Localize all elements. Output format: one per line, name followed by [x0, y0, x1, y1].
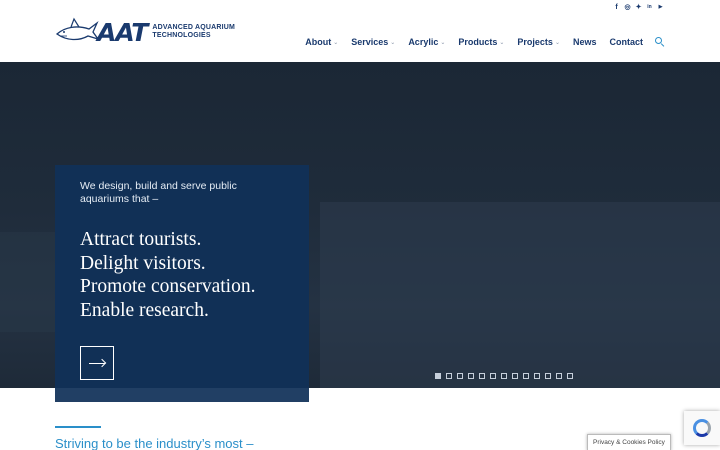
- hero-background-image: [320, 202, 720, 388]
- slider-dot[interactable]: [468, 373, 474, 379]
- site-header: AAT ADVANCED AQUARIUM TECHNOLOGIES f ◎ ✦…: [0, 0, 720, 62]
- arrow-right-icon: [89, 362, 105, 364]
- nav-item-services[interactable]: Services ⌄: [351, 37, 395, 47]
- youtube-icon[interactable]: ▶: [657, 4, 664, 11]
- nav-services-label: Services: [351, 37, 389, 47]
- shark-logo-icon: [55, 17, 99, 41]
- section-rule: [55, 426, 101, 428]
- social-links: f ◎ ✦ in ▶: [613, 4, 664, 11]
- nav-item-projects[interactable]: Projects ⌄: [517, 37, 560, 47]
- logo-subtitle-line1: ADVANCED AQUARIUM: [152, 24, 236, 31]
- slider-dot[interactable]: [457, 373, 463, 379]
- recaptcha-badge[interactable]: [684, 411, 720, 445]
- nav-item-about[interactable]: About ⌄: [305, 37, 338, 47]
- nav-products-label: Products: [458, 37, 498, 47]
- logo-subtitle: ADVANCED AQUARIUM TECHNOLOGIES: [152, 24, 235, 40]
- slider-dot[interactable]: [534, 373, 540, 379]
- nav-contact-label: Contact: [609, 37, 644, 47]
- nav-item-news[interactable]: News: [573, 37, 597, 47]
- hero-line: Enable research.: [80, 299, 209, 321]
- chevron-down-icon: ⌄: [333, 39, 339, 46]
- chevron-down-icon: ⌄: [554, 39, 560, 46]
- hero-next-button[interactable]: [80, 346, 114, 380]
- nav-item-contact[interactable]: Contact: [610, 37, 644, 47]
- chevron-down-icon: ⌄: [390, 39, 396, 46]
- search-icon[interactable]: [655, 37, 665, 47]
- slider-dot[interactable]: [512, 373, 518, 379]
- hero-text-panel: We design, build and serve public aquari…: [55, 165, 309, 402]
- nav-item-acrylic[interactable]: Acrylic ⌄: [408, 37, 445, 47]
- slider-pagination: [435, 373, 573, 379]
- privacy-policy-button[interactable]: Privacy & Cookies Policy: [587, 434, 671, 450]
- recaptcha-icon: [693, 419, 711, 437]
- linkedin-icon[interactable]: in: [646, 4, 653, 11]
- slider-dot[interactable]: [523, 373, 529, 379]
- chevron-down-icon: ⌄: [499, 39, 505, 46]
- hero-line: Delight visitors.: [80, 252, 206, 274]
- slider-dot[interactable]: [490, 373, 496, 379]
- hero-line: Attract tourists.: [80, 229, 202, 250]
- logo-subtitle-line2: TECHNOLOGIES: [152, 32, 211, 39]
- nav-item-products[interactable]: Products ⌄: [458, 37, 504, 47]
- slider-dot[interactable]: [556, 373, 562, 379]
- nav-projects-label: Projects: [517, 37, 553, 47]
- slider-dot[interactable]: [479, 373, 485, 379]
- hero-intro: We design, build and serve public aquari…: [80, 180, 237, 205]
- slider-dot[interactable]: [446, 373, 452, 379]
- nav-about-label: About: [305, 37, 332, 47]
- slider-dot[interactable]: [435, 373, 441, 379]
- slider-dot[interactable]: [545, 373, 551, 379]
- nav-news-label: News: [572, 37, 597, 47]
- hero-line: Promote conservation.: [80, 276, 256, 297]
- facebook-icon[interactable]: f: [613, 4, 620, 11]
- instagram-icon[interactable]: ◎: [624, 4, 631, 11]
- twitter-icon[interactable]: ✦: [635, 4, 642, 11]
- hero-headline: Attract tourists. Delight visitors. Prom…: [80, 228, 300, 322]
- site-logo[interactable]: AAT ADVANCED AQUARIUM TECHNOLOGIES: [55, 14, 250, 50]
- logo-wordmark: AAT: [97, 17, 148, 47]
- slider-dot[interactable]: [501, 373, 507, 379]
- main-nav: About ⌄ Services ⌄ Acrylic ⌄ Products ⌄ Proj…: [292, 37, 665, 47]
- nav-acrylic-label: Acrylic: [408, 37, 439, 47]
- hero-background-detail: [0, 232, 60, 332]
- chevron-down-icon: ⌄: [440, 39, 446, 46]
- section-tagline: Striving to be the industry’s most –: [55, 436, 254, 450]
- slider-dot[interactable]: [567, 373, 573, 379]
